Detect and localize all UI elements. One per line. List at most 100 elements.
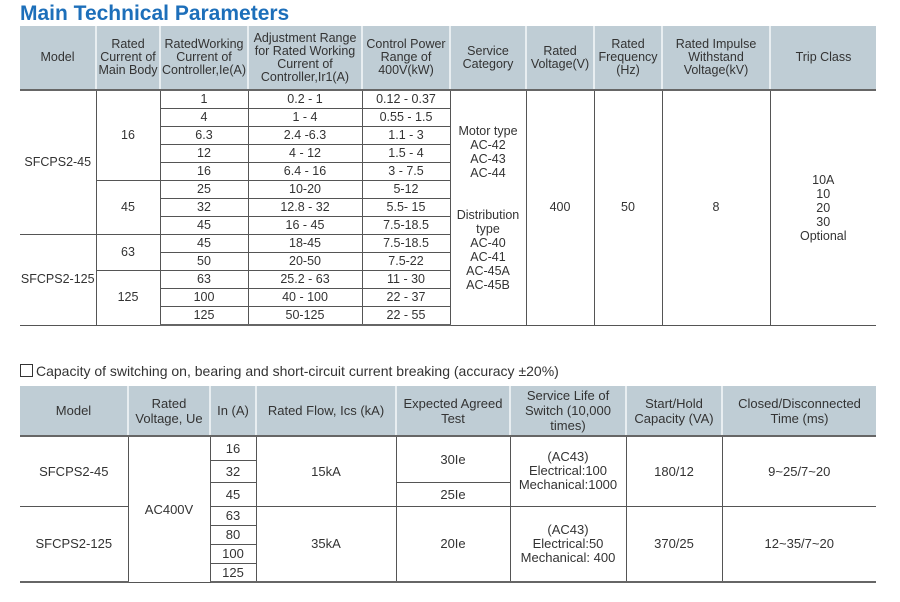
table-row: SFCPS2-45 16 1 0.2 - 1 0.12 - 0.37 Motor… [20, 89, 876, 326]
test-cell: 20Ie [395, 505, 511, 583]
range-cell: 16 - 45 [247, 216, 363, 235]
power-cell: 5-12 [361, 180, 451, 199]
header-model: Model [20, 26, 96, 91]
ie-cell: 100 [159, 288, 249, 307]
range-cell: 10-20 [247, 180, 363, 199]
distribution-type-label: Distribution [456, 207, 520, 222]
ie-cell: 25 [159, 180, 249, 199]
test-cell: 30Ie [395, 435, 511, 483]
header-rated-flow: Rated Flow, Ics (kA) [255, 386, 396, 437]
in-cell: 100 [209, 543, 257, 564]
header-rated-frequency: Rated Frequency (Hz) [593, 26, 662, 91]
in-cell: 63 [209, 505, 257, 526]
trip-class-item: 20 [816, 200, 831, 215]
in-cell: 80 [209, 524, 257, 545]
power-cell: 7.5-22 [361, 252, 451, 271]
life-mechanical: Mechanical:1000 [518, 477, 618, 493]
service-life-cell: (AC43) Electrical:50 Mechanical: 400 [509, 505, 627, 583]
range-cell: 0.2 - 1 [247, 89, 363, 109]
distribution-type-label: type [476, 221, 500, 236]
checkbox-square-icon [20, 364, 33, 377]
service-life-cell: (AC43) Electrical:100 Mechanical:1000 [509, 435, 627, 507]
ie-cell: 45 [159, 234, 249, 253]
power-cell: 3 - 7.5 [361, 162, 451, 181]
trip-class-item: 30 [816, 214, 831, 229]
range-cell: 6.4 - 16 [247, 162, 363, 181]
impulse-voltage-cell: 8 [661, 89, 771, 326]
power-cell: 22 - 37 [361, 288, 451, 307]
subtitle-text: Capacity of switching on, bearing and sh… [36, 363, 559, 379]
power-cell: 5.5- 15 [361, 198, 451, 217]
ie-cell: 125 [159, 306, 249, 326]
header-adjustment-range: Adjustment Range for Rated Working Curre… [247, 26, 362, 91]
voltage-cell: AC400V [127, 435, 211, 583]
in-cell: 32 [209, 459, 257, 483]
ie-cell: 16 [159, 162, 249, 181]
section-subtitle: Capacity of switching on, bearing and sh… [20, 363, 559, 379]
power-cell: 0.55 - 1.5 [361, 108, 451, 127]
power-cell: 0.12 - 0.37 [361, 89, 451, 109]
capacity-cell: 370/25 [625, 505, 723, 583]
category-item: AC-42 [470, 137, 506, 152]
life-mechanical: Mechanical: 400 [520, 549, 616, 565]
main-body-cell: 16 [95, 89, 161, 181]
header-agreed-test: Expected Agreed Test [395, 386, 510, 437]
range-cell: 18-45 [247, 234, 363, 253]
model-cell: SFCPS2-125 [20, 505, 129, 583]
category-item: AC-44 [470, 165, 506, 180]
rated-voltage-cell: 400 [525, 89, 595, 326]
table-header-row: Model Rated Voltage, Ue In (A) Rated Flo… [20, 386, 876, 437]
range-cell: 25.2 - 63 [247, 270, 363, 289]
time-cell: 12~35/7~20 [721, 505, 876, 583]
main-body-cell: 125 [95, 270, 161, 326]
ie-cell: 1 [159, 89, 249, 109]
ie-cell: 32 [159, 198, 249, 217]
header-service-category: Service Category [449, 26, 526, 91]
range-cell: 50-125 [247, 306, 363, 326]
header-impulse-voltage: Rated Impulse Withstand Voltage(kV) [661, 26, 770, 91]
power-cell: 7.5-18.5 [361, 234, 451, 253]
header-rated-voltage: Rated Voltage(V) [525, 26, 594, 91]
power-cell: 1.1 - 3 [361, 126, 451, 145]
model-cell: SFCPS2-45 [20, 89, 97, 235]
model-cell: SFCPS2-125 [20, 234, 97, 326]
time-cell: 9~25/7~20 [721, 435, 876, 507]
in-cell: 125 [209, 562, 257, 583]
ie-cell: 50 [159, 252, 249, 271]
life-electrical: Electrical:100 [528, 463, 608, 479]
capacity-cell: 180/12 [625, 435, 723, 507]
category-item: AC-43 [470, 151, 506, 166]
header-rated-voltage: Rated Voltage, Ue [127, 386, 210, 437]
category-item: AC-40 [470, 235, 506, 250]
power-cell: 22 - 55 [361, 306, 451, 326]
category-item: AC-45B [466, 277, 510, 292]
trip-class-item: Optional [799, 228, 847, 243]
power-cell: 11 - 30 [361, 270, 451, 289]
range-cell: 1 - 4 [247, 108, 363, 127]
ie-cell: 6.3 [159, 126, 249, 145]
main-parameters-table: Model Rated Current of Main Body RatedWo… [20, 26, 876, 326]
ics-cell: 35kA [255, 505, 397, 583]
in-cell: 45 [209, 481, 257, 507]
ie-cell: 63 [159, 270, 249, 289]
header-working-current: RatedWorking Current of Controller,Ie(A) [159, 26, 248, 91]
header-model: Model [20, 386, 128, 437]
switching-capacity-table: Model Rated Voltage, Ue In (A) Rated Flo… [20, 386, 876, 583]
life-category: (AC43) [547, 521, 589, 537]
power-cell: 7.5-18.5 [361, 216, 451, 235]
range-cell: 40 - 100 [247, 288, 363, 307]
ie-cell: 45 [159, 216, 249, 235]
range-cell: 2.4 -6.3 [247, 126, 363, 145]
header-service-life: Service Life of Switch (10,000 times) [509, 386, 626, 437]
header-main-body-current: Rated Current of Main Body [95, 26, 160, 91]
power-cell: 1.5 - 4 [361, 144, 451, 163]
category-item: AC-41 [470, 249, 506, 264]
page-title: Main Technical Parameters [20, 2, 290, 25]
ics-cell: 15kA [255, 435, 397, 507]
table-row: SFCPS2-45 AC400V 16 15kA 30Ie (AC43) Ele… [20, 435, 876, 583]
main-body-cell: 63 [95, 234, 161, 271]
range-cell: 20-50 [247, 252, 363, 271]
table-header-row: Model Rated Current of Main Body RatedWo… [20, 26, 876, 91]
category-item: AC-45A [466, 263, 510, 278]
life-electrical: Electrical:50 [532, 535, 604, 551]
